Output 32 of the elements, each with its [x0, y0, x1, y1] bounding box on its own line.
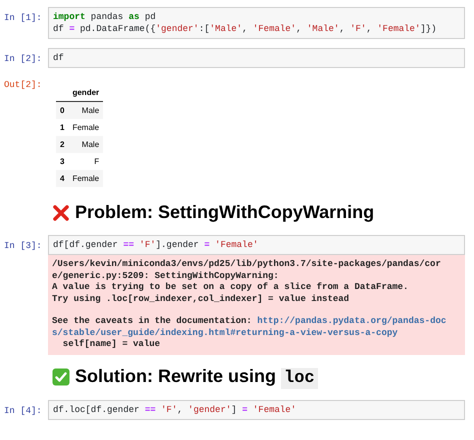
- input-prompt: In [2]:: [4, 53, 43, 66]
- input-prompt: In [3]:: [4, 240, 43, 253]
- warning-text: e/generic.py:5209: SettingWithCopyWarning:: [52, 270, 279, 280]
- code-line: df = pd.DataFrame({'gender':['Male', 'Female', 'Male', 'F', 'Female']}): [53, 23, 437, 35]
- output-prompt: Out[2]:: [4, 79, 43, 92]
- code-line: df[df.gender == 'F'].gender = 'Female': [53, 239, 258, 251]
- row-index: 1: [56, 119, 68, 136]
- heading-text: Problem: SettingWithCopyWarning: [75, 201, 374, 224]
- heading-text: Solution: Rewrite using loc: [75, 362, 318, 391]
- warning-text: See the caveats in the documentation:: [52, 316, 253, 326]
- row-index: 3: [56, 153, 68, 170]
- table-cell: F: [68, 153, 104, 170]
- code-line: import pandas as pd: [53, 11, 156, 23]
- table-cell: Female: [68, 119, 104, 136]
- cross-icon: [52, 204, 70, 222]
- input-prompt: In [4]:: [4, 405, 43, 418]
- row-index: 2: [56, 136, 68, 153]
- table-cell: Female: [68, 170, 104, 187]
- table-cell: Male: [68, 136, 104, 153]
- warning-text: Try using .loc[row_indexer,col_indexer] = value instead: [52, 294, 350, 304]
- input-prompt: In [1]:: [4, 12, 43, 25]
- documentation-link[interactable]: s/stable/user_guide/indexing.html#returning-a-view-versus-a-copy: [52, 328, 398, 338]
- code-line: df.loc[df.gender == 'F', 'gender'] = 'Female': [53, 404, 296, 416]
- warning-text: A value is trying to be set on a copy of a slice from a DataFrame.: [52, 282, 408, 292]
- checkmark-icon: [52, 368, 70, 386]
- code-line: df: [53, 52, 64, 64]
- documentation-link[interactable]: http://pandas.pydata.org/pandas-doc: [257, 316, 446, 326]
- table-cell: Male: [68, 102, 104, 119]
- row-index: 0: [56, 102, 68, 119]
- warning-text: self[name] = value: [62, 339, 160, 349]
- row-index: 4: [56, 170, 68, 187]
- warning-text: /Users/kevin/miniconda3/envs/pd25/lib/python3.7/site-packages/pandas/cor: [52, 259, 441, 269]
